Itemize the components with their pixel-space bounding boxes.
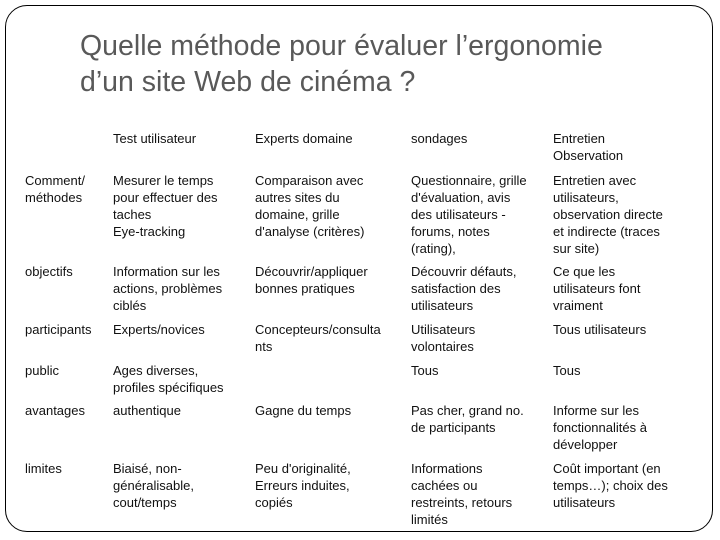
table-row: limites Biaisé, non- généralisable, cout… — [20, 460, 708, 530]
table-cell: Tous — [411, 363, 439, 378]
row-label: avantages — [25, 403, 85, 418]
header-sondages: sondages — [411, 131, 468, 146]
header-experts-domaine: Experts domaine — [255, 131, 353, 146]
table-cell: Coût important (en temps…); choix des ut… — [553, 461, 668, 510]
row-label: participants — [25, 322, 92, 337]
table-row: participants Experts/novices Concepteurs… — [20, 321, 708, 362]
title-line-1: Quelle méthode pour évaluer l’ergonomie — [80, 30, 603, 62]
table-row: avantages authentique Gagne du temps Pas… — [20, 402, 708, 460]
comparison-table: Test utilisateur Experts domaine sondage… — [20, 125, 708, 530]
table-cell: Informations cachées ou restreints, reto… — [411, 461, 513, 527]
table-cell: authentique — [113, 403, 181, 418]
table-row: public Ages diverses, profiles spécifiqu… — [20, 362, 708, 402]
table-cell: Gagne du temps — [255, 403, 352, 418]
table-cell: Découvrir défauts, satisfaction des util… — [411, 264, 517, 313]
table-cell: Concepteurs/consulta nts — [255, 322, 381, 354]
table-cell: Ages diverses, profiles spécifiques — [113, 363, 224, 395]
header-cell-empty — [20, 125, 108, 172]
table-cell: Tous utilisateurs — [553, 322, 647, 337]
header-entretien-observation: Entretien Observation — [553, 131, 624, 163]
row-label: limites — [25, 461, 62, 476]
header-test-utilisateur: Test utilisateur — [113, 131, 197, 146]
table-cell: Informe sur les fonctionnalités à dévelo… — [553, 403, 647, 452]
table-row: objectifs Information sur les actions, p… — [20, 263, 708, 321]
table-cell: Biaisé, non- généralisable, cout/temps — [113, 461, 194, 510]
table-cell: Questionnaire, grille d'évaluation, avis… — [411, 173, 527, 256]
row-label: objectifs — [25, 264, 73, 279]
title-line-2: d’un site Web de cinéma ? — [80, 66, 416, 98]
table-cell: Ce que les utilisateurs font vraiment — [553, 264, 641, 313]
slide-title: Quelle méthode pour évaluer l’ergonomie … — [80, 28, 700, 100]
table-cell: Pas cher, grand no. de participants — [411, 403, 524, 435]
table-cell: Experts/novices — [113, 322, 205, 337]
table-cell: Information sur les actions, problèmes c… — [113, 264, 223, 313]
table-cell: Peu d'originalité, Erreurs induites, cop… — [255, 461, 351, 510]
table-cell: Tous — [553, 363, 581, 378]
table-cell: Entretien avec utilisateurs, observation… — [553, 173, 663, 256]
row-label: Comment/ méthodes — [25, 173, 85, 205]
table-cell: Utilisateurs volontaires — [411, 322, 476, 354]
table-cell: Comparaison avec autres sites du domaine… — [255, 173, 365, 239]
table-cell: Mesurer le temps pour effectuer des tach… — [113, 173, 218, 239]
table-row: Comment/ méthodes Mesurer le temps pour … — [20, 172, 708, 263]
table-header-row: Test utilisateur Experts domaine sondage… — [20, 125, 708, 172]
table-cell — [250, 362, 406, 402]
row-label: public — [25, 363, 59, 378]
table-cell: Découvrir/appliquer bonnes pratiques — [255, 264, 368, 296]
